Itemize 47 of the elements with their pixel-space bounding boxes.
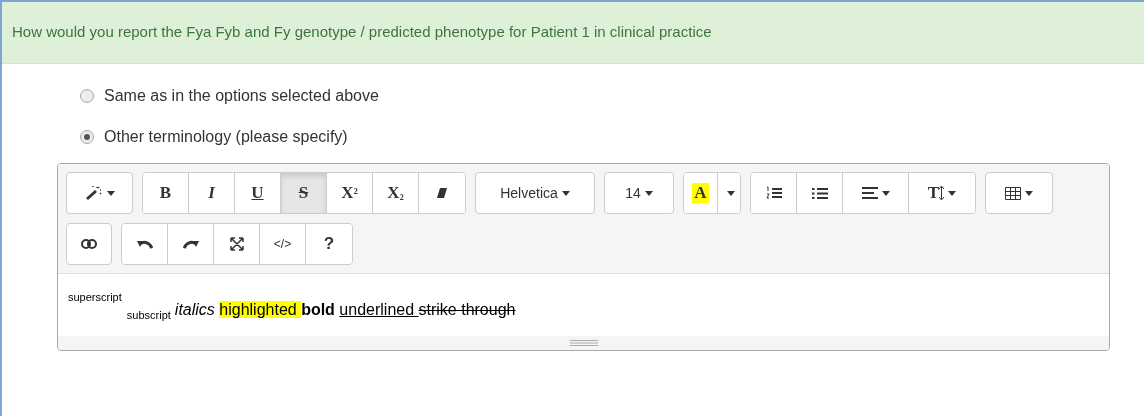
help-button[interactable]: ? (306, 224, 352, 264)
align-icon (861, 187, 878, 199)
bold-button[interactable]: B (143, 173, 189, 213)
underline-button[interactable]: U (235, 173, 281, 213)
numbered-list-icon (765, 186, 782, 200)
height-button[interactable]: T (909, 173, 975, 213)
undo-icon (136, 239, 153, 249)
clear-button[interactable] (419, 173, 465, 213)
size-button[interactable]: 14 (604, 172, 674, 214)
strikethrough-button[interactable]: S (281, 173, 327, 213)
color-menu-button[interactable] (718, 173, 740, 213)
resize-arrow-icon (939, 186, 945, 200)
code-button[interactable]: </> (260, 224, 306, 264)
radio-button[interactable] (80, 89, 94, 103)
align-button[interactable] (843, 173, 909, 213)
caret-icon (727, 190, 735, 196)
fullscreen-button[interactable] (214, 224, 260, 264)
redo-icon (182, 239, 199, 249)
caret-icon (644, 190, 653, 196)
redo-button[interactable] (168, 224, 214, 264)
table-icon (1005, 186, 1021, 200)
style-button[interactable] (66, 172, 133, 214)
caret-icon (881, 190, 890, 196)
fullscreen-icon (229, 237, 244, 251)
caret-icon (106, 190, 115, 196)
link-icon (81, 239, 97, 249)
radio-option[interactable]: Other terminology (please specify) (80, 125, 1144, 149)
question-title: How would you report the Fya Fyb and Fy genotype / predicted phenotype for Patient 1 in clinical practice (12, 22, 712, 43)
ul-button[interactable] (797, 173, 843, 213)
italic-button[interactable]: I (189, 173, 235, 213)
magic-wand-icon (84, 185, 103, 201)
ol-button[interactable] (751, 173, 797, 213)
radio-option[interactable]: Same as in the options selected above (80, 84, 1144, 108)
font-button[interactable]: Helvetica (475, 172, 595, 214)
subscript-button[interactable]: X$_{2}$ (373, 173, 419, 213)
bullet-list-icon (811, 186, 828, 200)
superscript-button[interactable]: X$^{2}$ (327, 173, 373, 213)
resize-handle-icon[interactable] (569, 340, 598, 346)
undo-button[interactable] (122, 224, 168, 264)
table-button[interactable] (985, 172, 1053, 214)
radio-button[interactable] (80, 130, 94, 144)
color-button[interactable]: A (684, 173, 718, 213)
caret-icon (561, 190, 570, 196)
caret-icon (1025, 190, 1033, 196)
caret-icon (948, 190, 957, 196)
link-button[interactable] (66, 223, 112, 265)
eraser-icon (436, 187, 448, 199)
